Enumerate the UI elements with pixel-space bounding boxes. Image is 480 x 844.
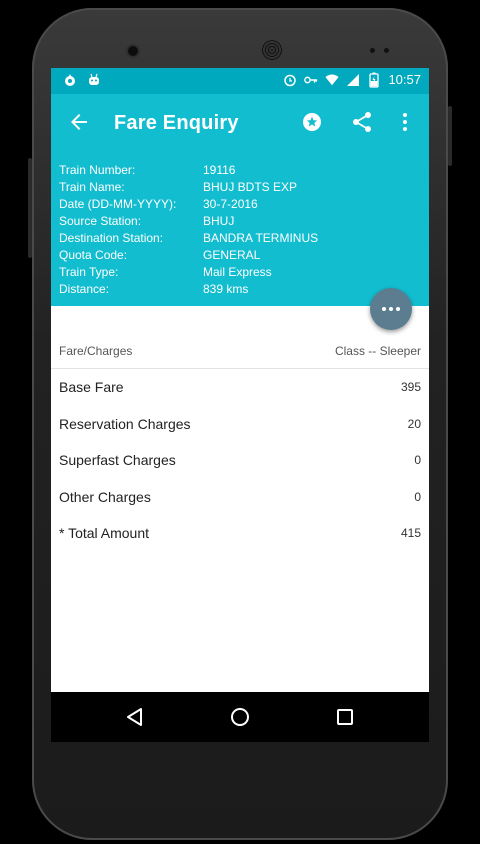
fare-name: * Total Amount xyxy=(59,525,150,541)
header-class: Class -- Sleeper xyxy=(334,344,421,358)
info-value: BANDRA TERMINUS xyxy=(203,231,319,245)
info-value: BHUJ xyxy=(203,214,235,228)
status-time: 10:57 xyxy=(388,72,421,87)
screen: 10:57 Fare Enquiry Train Number: 19116 T… xyxy=(51,68,429,742)
fare-name: Other Charges xyxy=(59,489,151,505)
info-label: Distance: xyxy=(59,282,110,296)
fare-amount: 20 xyxy=(407,417,421,431)
info-label: Train Number: xyxy=(59,163,136,177)
more-horiz-icon[interactable] xyxy=(370,288,412,330)
fare-row-reservation: Reservation Charges 20 xyxy=(51,406,429,442)
back-triangle-icon[interactable] xyxy=(123,705,147,729)
info-value: 30-7-2016 xyxy=(203,197,258,211)
status-bar: 10:57 xyxy=(51,68,429,94)
fare-row-other: Other Charges 0 xyxy=(51,479,429,515)
navigation-bar xyxy=(51,692,429,742)
earpiece-speaker xyxy=(262,40,282,60)
arrow-back-icon[interactable] xyxy=(67,110,91,134)
fare-amount: 415 xyxy=(400,526,421,540)
info-value: GENERAL xyxy=(203,248,261,262)
front-camera xyxy=(128,46,138,56)
wifi-icon xyxy=(325,73,340,87)
info-label: Quota Code: xyxy=(59,248,128,262)
info-value: 839 kms xyxy=(203,282,249,296)
fare-table-header: Fare/Charges Class -- Sleeper xyxy=(51,334,429,369)
signal-icon xyxy=(346,73,360,87)
header-fare-charges: Fare/Charges xyxy=(59,344,133,358)
info-row-date: Date (DD-MM-YYYY): 30-7-2016 xyxy=(59,197,419,214)
info-value: Mail Express xyxy=(203,265,272,279)
info-row-train-type: Train Type: Mail Express xyxy=(59,265,419,282)
fab-dot xyxy=(396,307,400,311)
proximity-sensor xyxy=(370,48,375,53)
train-info-panel: Train Number: 19116 Train Name: BHUJ BDT… xyxy=(51,150,429,306)
fire-ball-icon xyxy=(63,73,77,87)
volume-button xyxy=(448,106,452,166)
key-icon xyxy=(304,73,318,87)
fare-amount: 0 xyxy=(414,490,421,504)
info-row-train-number: Train Number: 19116 xyxy=(59,163,419,180)
info-label: Source Station: xyxy=(59,214,142,228)
fare-name: Base Fare xyxy=(59,379,124,395)
fare-row-total: * Total Amount 415 xyxy=(51,515,429,551)
info-value: BHUJ BDTS EXP xyxy=(203,180,298,194)
info-row-source: Source Station: BHUJ xyxy=(59,214,419,231)
info-row-distance: Distance: 839 kms xyxy=(59,282,419,299)
info-row-quota: Quota Code: GENERAL xyxy=(59,248,419,265)
android-icon xyxy=(87,73,101,87)
fab-dot xyxy=(382,307,386,311)
info-label: Destination Station: xyxy=(59,231,164,245)
info-label: Train Type: xyxy=(59,265,119,279)
fab-dot xyxy=(389,307,393,311)
more-vert-icon[interactable] xyxy=(393,110,417,134)
fare-amount: 0 xyxy=(414,453,421,467)
page-title: Fare Enquiry xyxy=(114,112,239,134)
info-label: Date (DD-MM-YYYY): xyxy=(59,197,177,211)
fare-name: Reservation Charges xyxy=(59,416,191,432)
fare-row-superfast: Superfast Charges 0 xyxy=(51,442,429,478)
alarm-icon xyxy=(283,73,297,87)
info-row-destination: Destination Station: BANDRA TERMINUS xyxy=(59,231,419,248)
fare-name: Superfast Charges xyxy=(59,452,176,468)
app-bar: Fare Enquiry xyxy=(51,94,429,150)
info-row-train-name: Train Name: BHUJ BDTS EXP xyxy=(59,180,419,197)
info-value: 19116 xyxy=(203,163,236,177)
battery-charging-icon xyxy=(367,72,381,88)
fare-row-base-fare: Base Fare 395 xyxy=(51,369,429,405)
light-sensor xyxy=(384,48,389,53)
power-button xyxy=(28,158,32,258)
recents-square-icon[interactable] xyxy=(333,705,357,729)
info-label: Train Name: xyxy=(59,180,125,194)
share-icon[interactable] xyxy=(350,110,374,134)
fare-amount: 395 xyxy=(400,380,421,394)
home-circle-icon[interactable] xyxy=(228,705,252,729)
star-icon[interactable] xyxy=(300,110,324,134)
